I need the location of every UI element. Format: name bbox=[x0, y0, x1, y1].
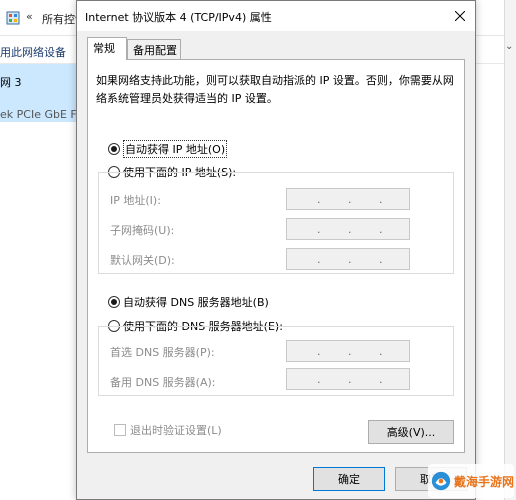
watermark-logo-icon bbox=[431, 471, 451, 491]
ipv4-properties-dialog: Internet 协议版本 4 (TCP/IPv4) 属性 常规 备用配置 如果… bbox=[76, 0, 476, 500]
alternate-dns-input[interactable]: ... bbox=[286, 368, 410, 390]
tab-general[interactable]: 常规 bbox=[87, 37, 127, 60]
advanced-button[interactable]: 高级(V)... bbox=[368, 420, 454, 444]
description-text: 如果网络支持此功能，则可以获取自动指派的 IP 设置。否则，你需要从网络系统管理… bbox=[96, 74, 454, 105]
chevron-down-icon[interactable]: ⌄ bbox=[505, 41, 513, 52]
default-gateway-label: 默认网关(D): bbox=[110, 254, 175, 267]
ip-auto-label: 自动获得 IP 地址(O) bbox=[123, 140, 228, 158]
disable-device-command[interactable]: 用此网络设备 bbox=[0, 44, 66, 60]
ok-button[interactable]: 确定 bbox=[313, 467, 385, 491]
close-icon bbox=[455, 11, 465, 21]
control-panel-icon bbox=[6, 11, 20, 25]
close-button[interactable] bbox=[445, 1, 475, 31]
dns-auto-radio[interactable] bbox=[108, 296, 120, 308]
preferred-dns-input[interactable]: ... bbox=[286, 340, 410, 362]
subnet-mask-input[interactable]: ... bbox=[286, 218, 410, 240]
default-gateway-input[interactable]: ... bbox=[286, 248, 410, 270]
ip-auto-option[interactable]: 自动获得 IP 地址(O) bbox=[108, 140, 228, 158]
validate-on-exit-checkbox[interactable] bbox=[114, 424, 126, 436]
background-scroll-edge bbox=[504, 0, 516, 500]
validate-on-exit-option[interactable]: 退出时验证设置(L) bbox=[114, 422, 222, 438]
adapter-name: 网 3 bbox=[0, 76, 22, 89]
site-watermark: 戴海手游网 bbox=[428, 464, 514, 498]
subnet-mask-label: 子网掩码(U): bbox=[110, 224, 175, 237]
preferred-dns-label: 首选 DNS 服务器(P): bbox=[110, 346, 215, 359]
dns-auto-option[interactable]: 自动获得 DNS 服务器地址(B) bbox=[108, 294, 269, 310]
ip-auto-radio[interactable] bbox=[108, 143, 120, 155]
ip-address-input[interactable]: ... bbox=[286, 188, 410, 210]
alternate-dns-label: 备用 DNS 服务器(A): bbox=[110, 376, 216, 389]
ip-address-label: IP 地址(I): bbox=[110, 194, 161, 207]
dns-auto-label: 自动获得 DNS 服务器地址(B) bbox=[123, 296, 269, 309]
breadcrumb-overflow-icon[interactable]: « bbox=[26, 10, 33, 23]
watermark-text: 戴海手游网 bbox=[453, 474, 514, 489]
title-bar[interactable]: Internet 协议版本 4 (TCP/IPv4) 属性 bbox=[77, 1, 475, 31]
tab-alternate-config[interactable]: 备用配置 bbox=[127, 39, 181, 59]
general-tab-panel: 如果网络支持此功能，则可以获取自动指派的 IP 设置。否则，你需要从网络系统管理… bbox=[87, 59, 465, 453]
dialog-title: Internet 协议版本 4 (TCP/IPv4) 属性 bbox=[85, 11, 272, 24]
adapter-description: ek PCIe GbE Fa bbox=[0, 108, 83, 121]
validate-on-exit-label: 退出时验证设置(L) bbox=[130, 424, 222, 437]
